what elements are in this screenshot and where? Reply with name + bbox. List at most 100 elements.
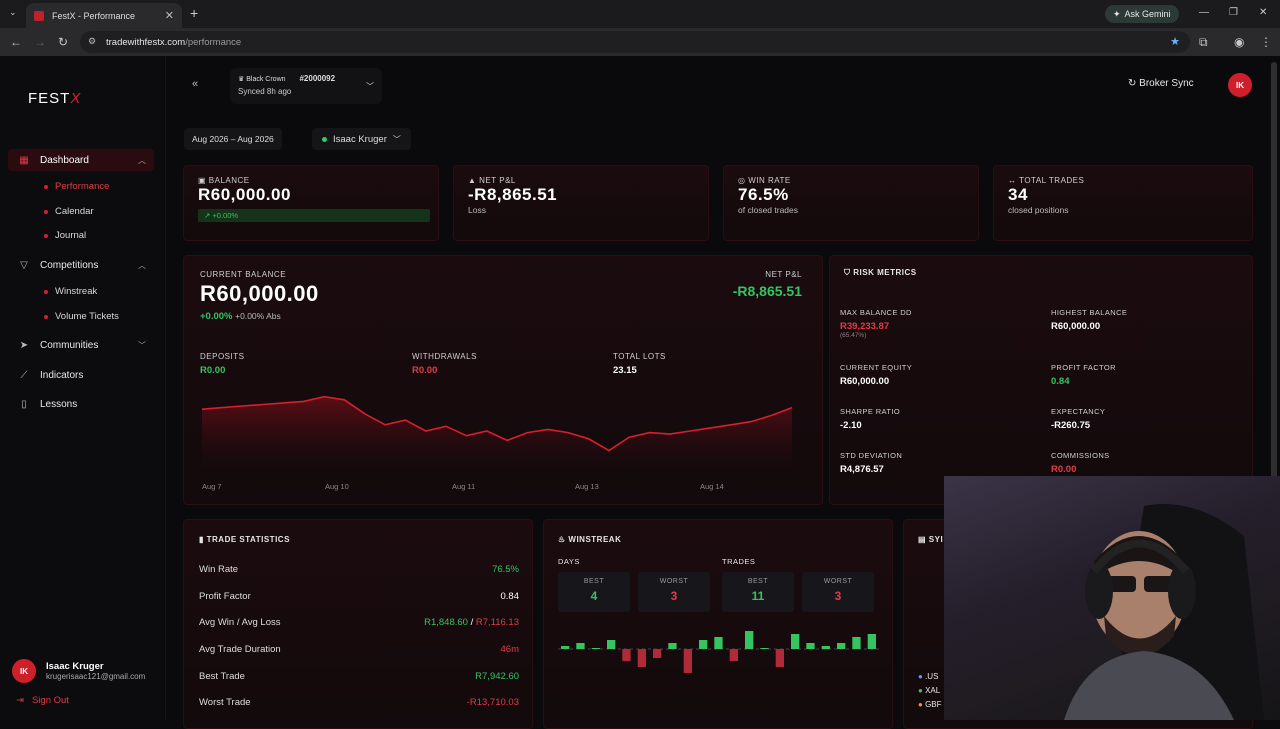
maximize-icon[interactable]: ❐ — [1229, 7, 1238, 18]
crown-icon: ♛ — [238, 76, 245, 83]
sign-out-icon: ⇥ — [16, 695, 24, 706]
metric-max-dd: MAX BALANCE DD R39,233.87 (65.47%) — [840, 308, 912, 339]
forward-icon[interactable]: → — [34, 35, 46, 49]
streak-bar — [683, 649, 692, 673]
header-avatar[interactable]: IK — [1228, 73, 1252, 97]
streak-bar — [775, 649, 784, 667]
net-pl-value: -R8,865.51 — [468, 185, 558, 204]
profile-icon[interactable]: ◉ — [1234, 35, 1244, 49]
winstreak-card: ♨ WINSTREAK DAYS TRADES BEST 4 WORST 3 BES… — [543, 519, 893, 729]
win-rate-sub: of closed trades — [738, 205, 799, 215]
url-host: tradewithfestx.com — [106, 36, 186, 48]
streak-chart — [558, 631, 880, 673]
total-lots-label: TOTAL LOTS — [613, 352, 666, 361]
ask-gemini-button[interactable]: ✦ Ask Gemini — [1105, 5, 1179, 23]
sidebar-item-dashboard[interactable]: ▦ Dashboard ︿ — [8, 149, 154, 171]
date-range-filter[interactable]: Aug 2026 – Aug 2026 — [184, 128, 282, 150]
streak-bar — [821, 646, 830, 649]
close-window-icon[interactable]: ✕ — [1259, 7, 1267, 18]
presenter-silhouette — [1064, 504, 1264, 720]
book-icon: ▯ — [21, 398, 27, 410]
logo[interactable]: FESTX — [28, 90, 81, 107]
net-pl-sub: Loss — [468, 205, 486, 215]
x-label-4: Aug 14 — [700, 482, 724, 491]
scrollbar[interactable] — [1271, 62, 1277, 492]
deposits-label: DEPOSITS — [200, 352, 245, 361]
wallet-icon: ▣ — [198, 176, 207, 185]
x-label-3: Aug 13 — [575, 482, 599, 491]
streak-bar — [607, 640, 616, 649]
sidebar-sub-calendar[interactable]: Calendar — [44, 206, 94, 217]
streak-bar — [837, 643, 846, 649]
address-bar-row: ← → ↻ ⚙ tradewithfestx.com/performance ★… — [0, 28, 1280, 56]
stat-row-win-rate: Win Rate 76.5% — [199, 564, 519, 575]
reload-icon[interactable]: ↻ — [58, 35, 68, 49]
sidebar-item-indicators[interactable]: ⟋ Indicators — [8, 364, 154, 386]
online-dot — [322, 136, 327, 142]
trader-filter[interactable]: Isaac Kruger ﹀ — [312, 128, 411, 150]
broker-sync-button[interactable]: ↻ Broker Sync — [1128, 78, 1194, 89]
streak-bar — [622, 649, 631, 661]
user-profile[interactable]: IK Isaac Kruger krugerisaac121@gmail.com — [12, 659, 145, 683]
total-trades-card: ↔ TOTAL TRADES 34 closed positions — [993, 165, 1253, 241]
webcam-overlay — [944, 476, 1280, 720]
metric-current-equity: CURRENT EQUITY R60,000.00 — [840, 363, 913, 387]
balance-change-bar: ↗ +0.00% — [198, 209, 430, 222]
close-tab-icon[interactable]: ✕ — [165, 9, 174, 22]
sign-out-button[interactable]: ⇥ Sign Out — [16, 695, 69, 706]
sidebar-sub-journal[interactable]: Journal — [44, 230, 86, 241]
account-selector[interactable]: ♛ Black Crown #2000092 Synced 8h ago ﹀ — [230, 68, 382, 104]
back-icon[interactable]: ← — [10, 35, 22, 49]
minimize-icon[interactable]: — — [1199, 7, 1209, 18]
stat-row-profit-factor: Profit Factor 0.84 — [199, 591, 519, 602]
sidebar-item-competitions[interactable]: ▽ Competitions ︿ — [8, 254, 154, 276]
browser-tab[interactable]: FestX - Performance ✕ — [26, 3, 182, 28]
stat-row-avg-win-loss: Avg Win / Avg Loss R1,848.60 / R7,116.13 — [199, 617, 519, 628]
bookmark-star-icon[interactable]: ★ — [1170, 35, 1180, 48]
current-balance-card: CURRENT BALANCE R60,000.00 +0.00% +0.00%… — [183, 255, 823, 505]
shield-icon: ⛉ — [844, 268, 851, 277]
chart-line-icon: ⟋ — [20, 369, 28, 381]
sidebar-item-lessons[interactable]: ▯ Lessons — [8, 393, 154, 415]
collapse-sidebar-icon[interactable]: « — [192, 78, 198, 90]
site-info-icon[interactable]: ⚙ — [88, 36, 96, 47]
deposits-value: R0.00 — [200, 365, 226, 376]
current-balance-value: R60,000.00 — [200, 281, 319, 306]
target-icon: ◎ — [738, 176, 746, 185]
net-pl-value-chart: -R8,865.51 — [732, 283, 802, 299]
withdrawals-label: WITHDRAWALS — [412, 352, 477, 361]
gemini-icon: ✦ — [1113, 8, 1121, 19]
new-tab-icon[interactable]: + — [190, 5, 198, 21]
total-trades-sub: closed positions — [1008, 205, 1069, 215]
tab-search-icon[interactable]: ⌄ — [9, 7, 17, 18]
synced-status: Synced 8h ago — [238, 87, 292, 96]
streak-bar — [591, 648, 600, 649]
win-rate-value: 76.5% — [738, 185, 789, 204]
balance-abs: +0.00% Abs — [235, 311, 281, 321]
streak-bar — [637, 649, 646, 667]
sidebar-sub-winstreak[interactable]: Winstreak — [44, 286, 97, 297]
streak-bar — [852, 637, 861, 649]
bag-icon: ▲ — [468, 176, 477, 185]
swap-icon: ↔ — [1008, 176, 1017, 185]
risk-metrics-card: ⛉ RISK METRICS MAX BALANCE DD R39,233.87(… — [829, 255, 1253, 505]
doc-icon: ▤ — [918, 535, 927, 544]
menu-icon[interactable]: ⋮ — [1260, 35, 1272, 49]
streak-bar — [729, 649, 738, 661]
sidebar-item-communities[interactable]: ➤ Communities ﹀ — [8, 334, 154, 356]
sidebar-sub-performance[interactable]: Performance — [44, 181, 109, 192]
url-field[interactable]: ⚙ tradewithfestx.com/performance ★ — [80, 31, 1190, 53]
symbol-item: ● GBF — [918, 700, 942, 709]
metric-profit-factor: PROFIT FACTOR 0.84 — [1051, 363, 1116, 387]
x-label-1: Aug 10 — [325, 482, 349, 491]
stat-row-best-trade: Best Trade R7,942.60 — [199, 671, 519, 682]
current-balance-label: CURRENT BALANCE — [200, 270, 287, 279]
extensions-icon[interactable]: ⧉ — [1199, 35, 1208, 50]
account-name: Black Crown — [246, 76, 286, 83]
days-label: DAYS — [558, 557, 580, 566]
flame-icon: ♨ — [558, 535, 566, 544]
streak-bar — [806, 643, 815, 649]
user-email: krugerisaac121@gmail.com — [46, 672, 146, 681]
metric-sharpe: SHARPE RATIO -2.10 — [840, 407, 901, 431]
sidebar-sub-volume-tickets[interactable]: Volume Tickets — [44, 311, 119, 322]
